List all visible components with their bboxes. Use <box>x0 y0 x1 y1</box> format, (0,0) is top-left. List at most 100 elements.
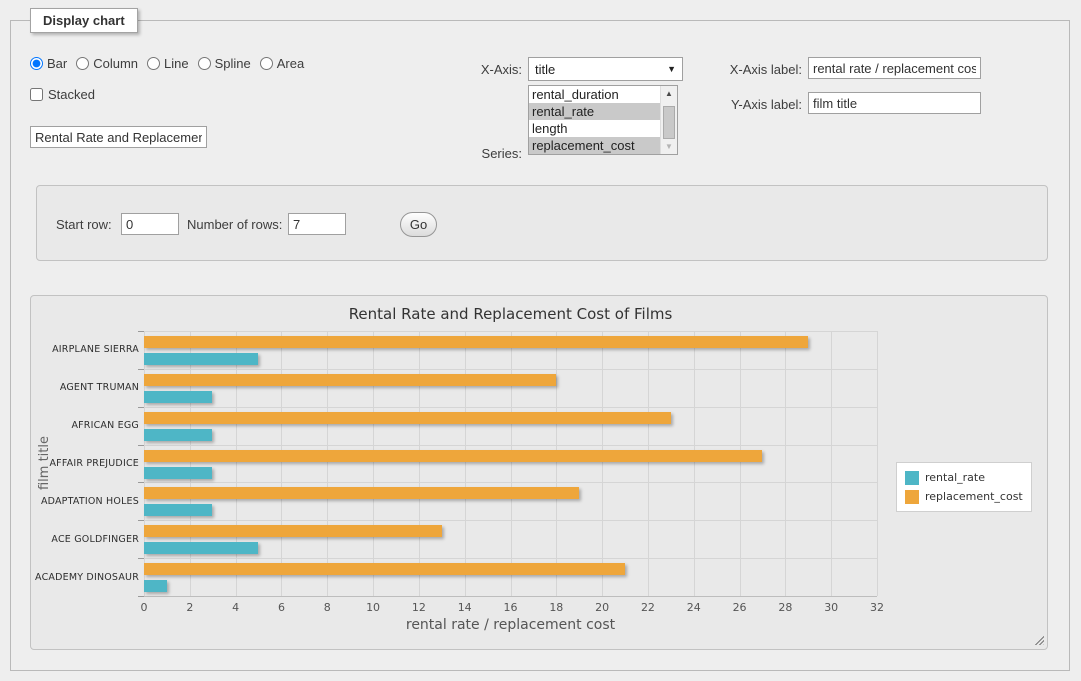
scroll-up-icon[interactable]: ▲ <box>661 86 677 101</box>
legend-item-rental_rate[interactable]: rental_rate <box>905 468 1023 487</box>
category-label: AGENT TRUMAN <box>31 369 139 407</box>
chart-bar-rental_rate[interactable] <box>144 391 212 403</box>
category-label: AFFAIR PREJUDICE <box>31 445 139 483</box>
y-axis-label-field-label: Y-Axis label: <box>731 97 802 112</box>
rows-panel: Start row: Number of rows: Go <box>36 185 1048 261</box>
legend-swatch-icon <box>905 471 919 485</box>
gridline <box>144 596 877 597</box>
scroll-down-icon[interactable]: ▼ <box>661 139 677 154</box>
series-option-rental_duration[interactable]: rental_duration <box>529 86 660 103</box>
chart-bar-replacement_cost[interactable] <box>144 487 579 499</box>
x-tick-label: 22 <box>641 601 655 614</box>
x-axis-select-label: X-Axis: <box>481 62 522 77</box>
x-tick-label: 14 <box>458 601 472 614</box>
y-axis-label-input[interactable] <box>808 92 981 114</box>
gridline <box>602 331 603 596</box>
chart-bar-rental_rate[interactable] <box>144 542 258 554</box>
chart-panel: Rental Rate and Replacement Cost of Film… <box>30 295 1048 650</box>
x-tick-label: 32 <box>870 601 884 614</box>
gridline <box>144 520 877 521</box>
series-scrollbar[interactable]: ▲ ▼ <box>660 86 677 154</box>
chart-bar-replacement_cost[interactable] <box>144 450 762 462</box>
category-label: AFRICAN EGG <box>31 407 139 445</box>
resize-grip[interactable] <box>1033 634 1044 645</box>
radio-label: Column <box>93 56 138 71</box>
gridline <box>144 482 877 483</box>
gridline <box>785 331 786 596</box>
x-tick-label: 24 <box>687 601 701 614</box>
series-option-rental_rate[interactable]: rental_rate <box>529 103 660 120</box>
x-axis-selected-value: title <box>535 62 555 77</box>
gridline <box>877 331 878 596</box>
series-option-length[interactable]: length <box>529 120 660 137</box>
dropdown-arrow-icon: ▼ <box>667 64 676 74</box>
x-tick-label: 8 <box>324 601 331 614</box>
chart-title-input[interactable] <box>30 126 207 148</box>
legend-item-replacement_cost[interactable]: replacement_cost <box>905 487 1023 506</box>
y-axis-tick <box>138 596 144 597</box>
chart-bar-replacement_cost[interactable] <box>144 563 625 575</box>
radio-area[interactable] <box>260 57 273 70</box>
series-options: rental_durationrental_ratelengthreplacem… <box>529 86 660 154</box>
gridline <box>144 369 877 370</box>
scrollbar-thumb[interactable] <box>663 106 675 139</box>
start-row-input[interactable] <box>121 213 179 235</box>
chart-bar-rental_rate[interactable] <box>144 504 212 516</box>
x-axis-label-input[interactable] <box>808 57 981 79</box>
series-listbox[interactable]: rental_durationrental_ratelengthreplacem… <box>528 85 678 155</box>
stacked-label: Stacked <box>48 87 95 102</box>
chart-type-option-spline[interactable]: Spline <box>198 56 251 71</box>
gridline <box>144 407 877 408</box>
number-of-rows-label: Number of rows: <box>187 217 282 232</box>
chart-bar-rental_rate[interactable] <box>144 429 212 441</box>
x-tick-label: 20 <box>595 601 609 614</box>
x-axis-select[interactable]: title ▼ <box>528 57 683 81</box>
x-axis-label-field-label: X-Axis label: <box>730 62 802 77</box>
gridline <box>236 331 237 596</box>
gridline <box>831 331 832 596</box>
radio-bar[interactable] <box>30 57 43 70</box>
stacked-option[interactable]: Stacked <box>30 87 95 102</box>
chart-bar-replacement_cost[interactable] <box>144 336 808 348</box>
gridline <box>648 331 649 596</box>
chart-legend: rental_rate replacement_cost <box>896 462 1032 512</box>
chart-type-option-column[interactable]: Column <box>76 56 138 71</box>
chart-title: Rental Rate and Replacement Cost of Film… <box>144 305 877 323</box>
chart-bar-replacement_cost[interactable] <box>144 374 556 386</box>
chart-bar-rental_rate[interactable] <box>144 467 212 479</box>
number-of-rows-input[interactable] <box>288 213 346 235</box>
x-tick-label: 26 <box>733 601 747 614</box>
chart-type-option-area[interactable]: Area <box>260 56 304 71</box>
chart-type-option-line[interactable]: Line <box>147 56 189 71</box>
x-tick-label: 16 <box>504 601 518 614</box>
radio-label: Bar <box>47 56 67 71</box>
gridline <box>190 331 191 596</box>
chart-type-radio-group: Bar Column Line Spline Area <box>30 56 313 71</box>
page: Display chart Bar Column Line Spline Area St… <box>0 0 1081 681</box>
gridline <box>327 331 328 596</box>
legend-label: replacement_cost <box>925 490 1023 503</box>
chart-type-option-bar[interactable]: Bar <box>30 56 67 71</box>
chart-bar-rental_rate[interactable] <box>144 580 167 592</box>
go-button[interactable]: Go <box>400 212 437 237</box>
x-tick-label: 28 <box>778 601 792 614</box>
start-row-label: Start row: <box>56 217 112 232</box>
x-tick-label: 30 <box>824 601 838 614</box>
fieldset-legend: Display chart <box>30 8 138 33</box>
chart-bar-replacement_cost[interactable] <box>144 412 671 424</box>
x-axis-title: rental rate / replacement cost <box>144 617 877 633</box>
plot-area <box>144 331 877 596</box>
stacked-checkbox[interactable] <box>30 88 43 101</box>
radio-spline[interactable] <box>198 57 211 70</box>
chart-bar-replacement_cost[interactable] <box>144 525 442 537</box>
gridline <box>511 331 512 596</box>
radio-column[interactable] <box>76 57 89 70</box>
chart-bar-rental_rate[interactable] <box>144 353 258 365</box>
legend-label: rental_rate <box>925 471 985 484</box>
series-option-replacement_cost[interactable]: replacement_cost <box>529 137 660 154</box>
gridline <box>556 331 557 596</box>
gridline <box>144 331 877 332</box>
category-label: AIRPLANE SIERRA <box>31 331 139 369</box>
radio-line[interactable] <box>147 57 160 70</box>
gridline <box>373 331 374 596</box>
